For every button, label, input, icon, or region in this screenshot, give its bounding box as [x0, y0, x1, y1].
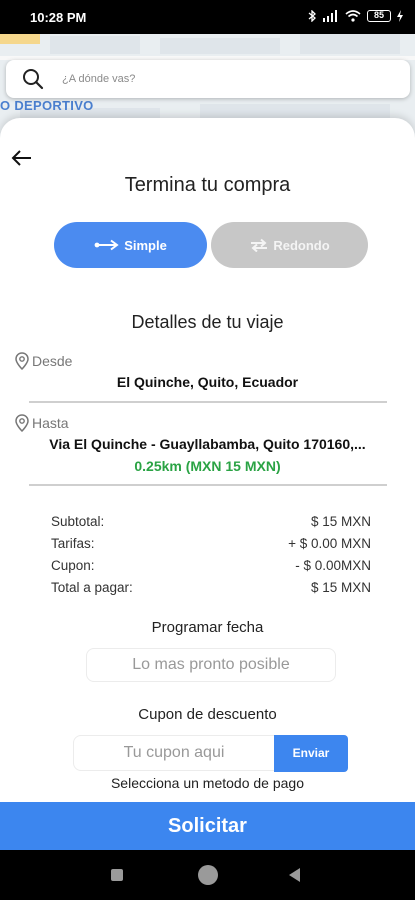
- summary-row-total: Total a pagar: $ 15 MXN: [51, 580, 371, 595]
- to-label: Hasta: [14, 414, 69, 432]
- wifi-icon: [345, 10, 361, 22]
- trip-type-redondo-button[interactable]: Redondo: [211, 222, 368, 268]
- search-icon: [23, 69, 44, 90]
- map-block: [160, 38, 280, 54]
- coupon-send-button[interactable]: Enviar: [274, 735, 348, 772]
- to-value: Via El Quinche - Guayllabamba, Quito 170…: [49, 436, 366, 452]
- back-triangle-icon[interactable]: [289, 868, 300, 882]
- recent-apps-icon[interactable]: [111, 869, 123, 881]
- summary-value: $ 15 MXN: [310, 580, 371, 595]
- location-pin-icon: [15, 414, 29, 432]
- summary-row-subtotal: Subtotal: $ 15 MXN: [51, 514, 371, 529]
- trip-type-simple-button[interactable]: Simple: [54, 222, 207, 268]
- payment-method-label[interactable]: Selecciona un metodo de pago: [0, 775, 415, 791]
- search-input[interactable]: [62, 69, 382, 89]
- map-block: [300, 34, 400, 54]
- home-icon[interactable]: [198, 865, 218, 885]
- distance-price: 0.25km (MXN 15 MXN): [134, 458, 281, 474]
- summary-label: Tarifas:: [51, 536, 95, 551]
- system-nav-bar: [0, 850, 415, 900]
- summary-label: Total a pagar:: [51, 580, 133, 595]
- coupon-label: Cupon de descuento: [138, 706, 277, 723]
- round-trip-icon: [251, 238, 268, 252]
- status-time: 10:28 PM: [30, 10, 87, 25]
- battery-icon: 85: [367, 10, 391, 22]
- divider: [29, 484, 387, 486]
- checkout-sheet: Termina tu compra Simple Redondo Detalle…: [0, 118, 415, 806]
- divider: [29, 401, 387, 403]
- summary-row-tarifas: Tarifas: + $ 0.00 MXN: [51, 536, 371, 551]
- search-bar[interactable]: [6, 60, 410, 98]
- summary-label: Subtotal:: [51, 514, 105, 529]
- from-label-text: Desde: [32, 353, 73, 369]
- from-value: El Quinche, Quito, Ecuador: [116, 374, 299, 390]
- coupon-input[interactable]: [73, 735, 275, 771]
- page-title: Termina tu compra: [124, 174, 291, 196]
- map-place-label: O DEPORTIVO: [0, 98, 94, 113]
- from-label: Desde: [14, 352, 72, 370]
- summary-value: $ 15 MXN: [310, 514, 371, 529]
- status-icons: 85: [308, 10, 403, 22]
- signal-icon: [323, 10, 337, 22]
- battery-level: 85: [373, 10, 384, 20]
- bluetooth-icon: [308, 10, 316, 22]
- trip-type-simple-label: Simple: [124, 237, 167, 253]
- back-arrow-icon[interactable]: [10, 148, 34, 168]
- map-block: [50, 36, 140, 54]
- summary-value: + $ 0.00 MXN: [288, 536, 371, 551]
- schedule-label: Programar fecha: [151, 619, 264, 636]
- location-pin-icon: [15, 352, 29, 370]
- schedule-date-field[interactable]: Lo mas pronto posible: [86, 648, 336, 682]
- details-title: Detalles de tu viaje: [131, 312, 284, 332]
- trip-type-redondo-label: Redondo: [273, 237, 330, 253]
- summary-row-cupon: Cupon: - $ 0.00MXN: [51, 558, 371, 573]
- to-label-text: Hasta: [32, 415, 69, 431]
- status-bar: 10:28 PM 85: [0, 0, 415, 34]
- summary-label: Cupon:: [51, 558, 95, 573]
- solicitar-button[interactable]: Solicitar: [0, 802, 415, 850]
- charging-icon: [397, 10, 403, 22]
- summary-value: - $ 0.00MXN: [295, 558, 371, 573]
- one-way-arrow-icon: [94, 239, 119, 251]
- map-area: [0, 34, 40, 44]
